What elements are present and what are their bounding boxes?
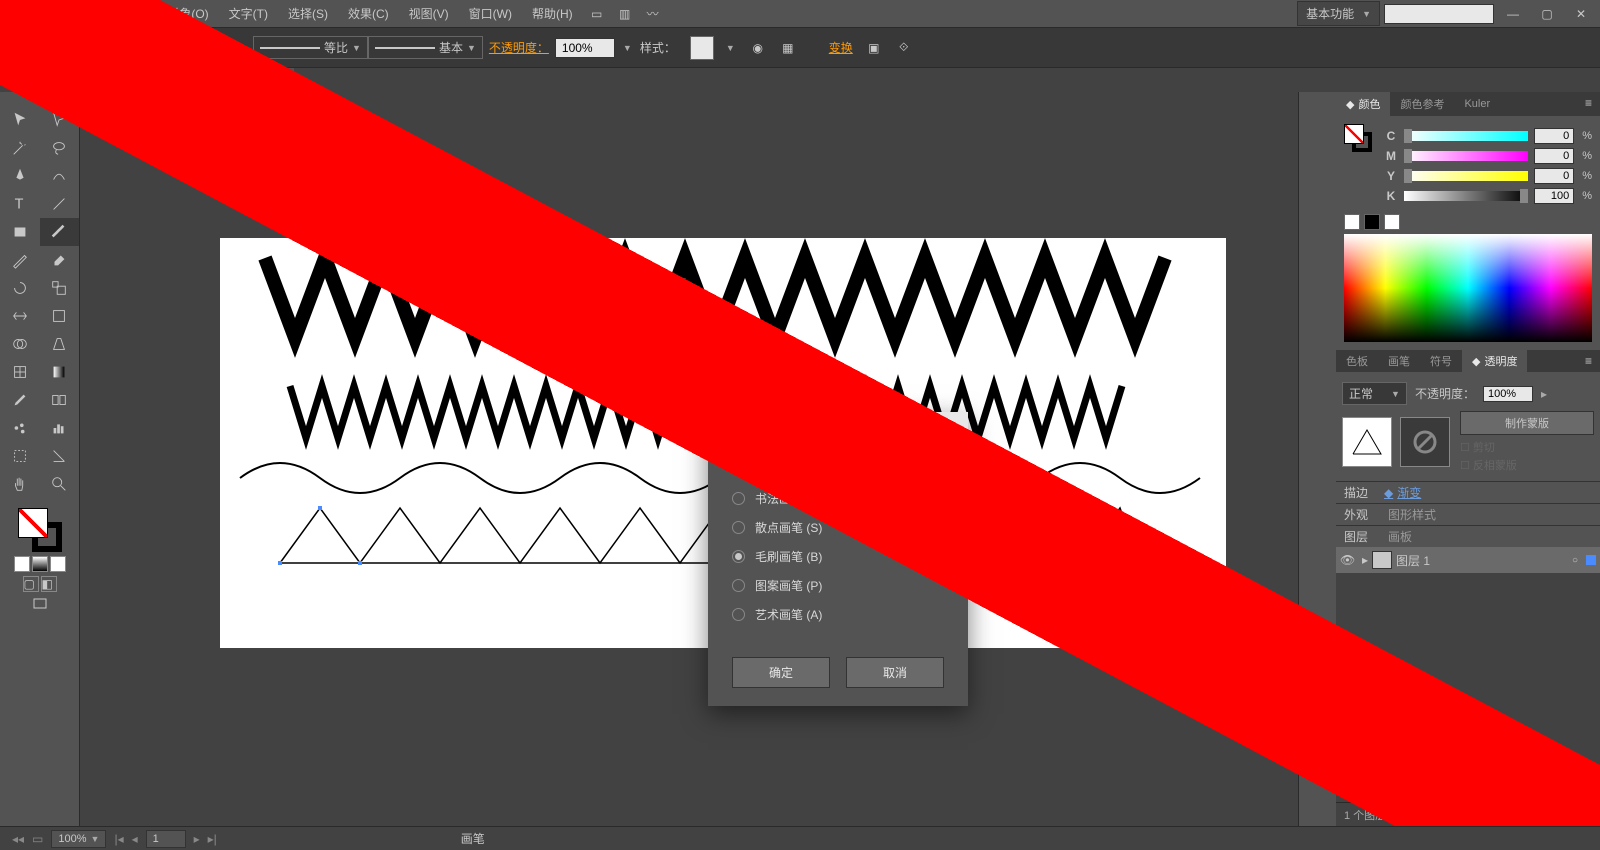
status-brush-label: 画笔 [461,830,485,847]
collapse-icon[interactable]: ◂◂ [8,832,28,846]
prev-artboard-icon[interactable]: ◂ [128,832,142,846]
next-artboard-icon[interactable]: ▸ [190,832,204,846]
last-artboard-icon[interactable]: ▸| [204,832,221,846]
artboard-nav-input[interactable]: 1 [146,830,186,848]
none-swatch-mini[interactable] [1344,214,1360,230]
zoom-dropdown[interactable]: 100%▼ [51,830,106,848]
right-panel-group: ◆颜色 颜色参考 Kuler ≡ C0% M0% Y0% K100% [1336,92,1600,826]
status-bar: ◂◂ ▭ 100%▼ |◂ ◂ 1 ▸ ▸| 画笔 [0,826,1600,850]
first-artboard-icon[interactable]: |◂ [110,832,127,846]
toggle-icon[interactable]: ▭ [28,832,47,846]
